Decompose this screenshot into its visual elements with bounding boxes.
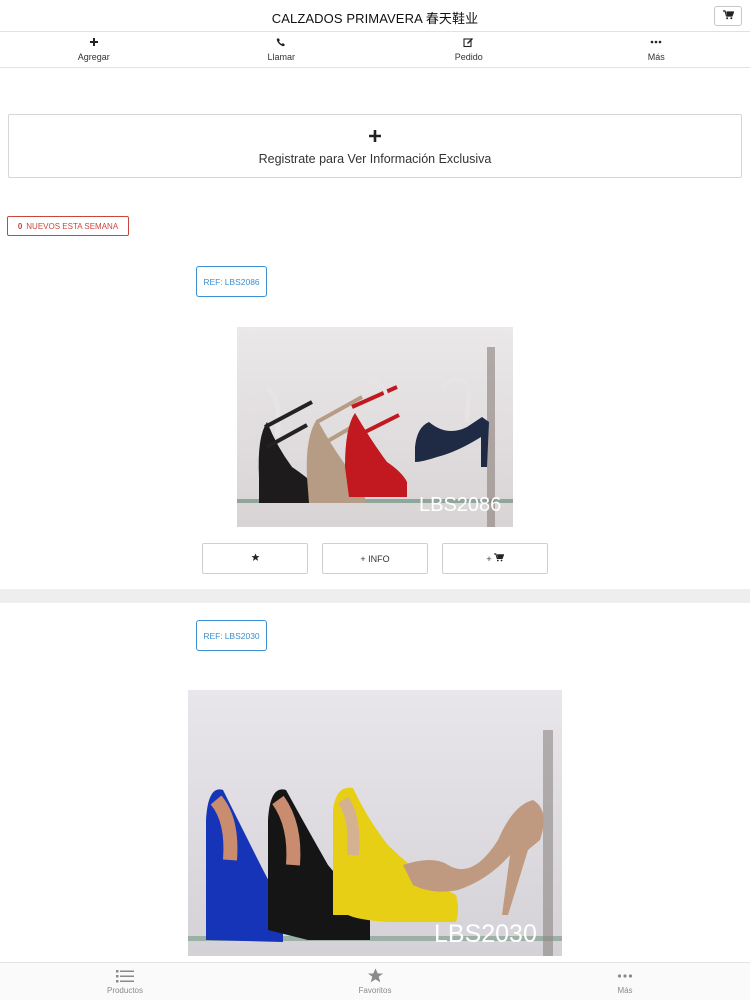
tab-mas[interactable]: Más	[500, 963, 750, 1000]
cart-prefix: +	[486, 553, 492, 564]
info-button[interactable]: + INFO	[322, 543, 428, 574]
tab-label: Más	[617, 986, 633, 995]
section-divider	[0, 589, 750, 603]
app-header: CALZADOS PRIMAVERA 春天鞋业	[0, 0, 750, 32]
register-label: Registrate para Ver Información Exclusiv…	[258, 152, 492, 166]
edit-icon	[463, 35, 474, 49]
action-mas[interactable]: Más	[563, 32, 750, 67]
ref-code: LBS2086	[224, 276, 260, 287]
new-label: NUEVOS ESTA SEMANA	[26, 221, 119, 231]
ref-prefix: REF:	[203, 276, 223, 287]
info-label: + INFO	[360, 553, 390, 564]
action-pedido[interactable]: Pedido	[375, 32, 563, 67]
add-to-cart-button[interactable]: +	[442, 543, 548, 574]
action-label: Llamar	[267, 52, 295, 62]
ref-prefix: REF:	[203, 630, 223, 641]
bottom-tab-bar: Productos Favoritos Más	[0, 962, 750, 1000]
action-label: Más	[647, 52, 665, 62]
tab-productos[interactable]: Productos	[0, 963, 250, 1000]
ellipsis-icon	[617, 968, 633, 984]
action-llamar[interactable]: Llamar	[188, 32, 376, 67]
action-label: Agregar	[77, 52, 110, 62]
tab-label: Favoritos	[358, 986, 392, 995]
ellipsis-icon	[650, 35, 662, 49]
tab-favoritos[interactable]: Favoritos	[250, 963, 500, 1000]
image-caption: LBS2030	[434, 920, 537, 948]
star-icon	[250, 553, 260, 564]
plus-icon	[368, 126, 382, 146]
action-agregar[interactable]: Agregar	[0, 32, 188, 67]
new-this-week-badge[interactable]: 0 NUEVOS ESTA SEMANA	[7, 216, 129, 236]
cart-icon	[493, 553, 504, 564]
product-image[interactable]: LBS2030	[188, 690, 562, 956]
product-image[interactable]: LBS2086	[237, 327, 513, 527]
phone-icon	[276, 35, 286, 49]
favorite-button[interactable]	[202, 543, 308, 574]
star-icon	[367, 968, 384, 984]
plus-icon	[89, 35, 99, 49]
tab-label: Productos	[106, 986, 144, 995]
action-label: Pedido	[454, 52, 483, 62]
action-bar: Agregar Llamar Pedido Más	[0, 32, 750, 68]
cart-icon	[722, 7, 734, 25]
product-ref-badge: REF: LBS2030	[196, 620, 267, 651]
new-count: 0	[17, 221, 23, 231]
header-cart-button[interactable]	[714, 6, 742, 26]
product-ref-badge: REF: LBS2086	[196, 266, 267, 297]
store-title: CALZADOS PRIMAVERA 春天鞋业	[271, 11, 479, 26]
list-icon	[116, 968, 134, 984]
ref-code: LBS2030	[224, 630, 260, 641]
register-button[interactable]: Registrate para Ver Información Exclusiv…	[8, 114, 742, 178]
image-caption: LBS2086	[419, 494, 501, 516]
